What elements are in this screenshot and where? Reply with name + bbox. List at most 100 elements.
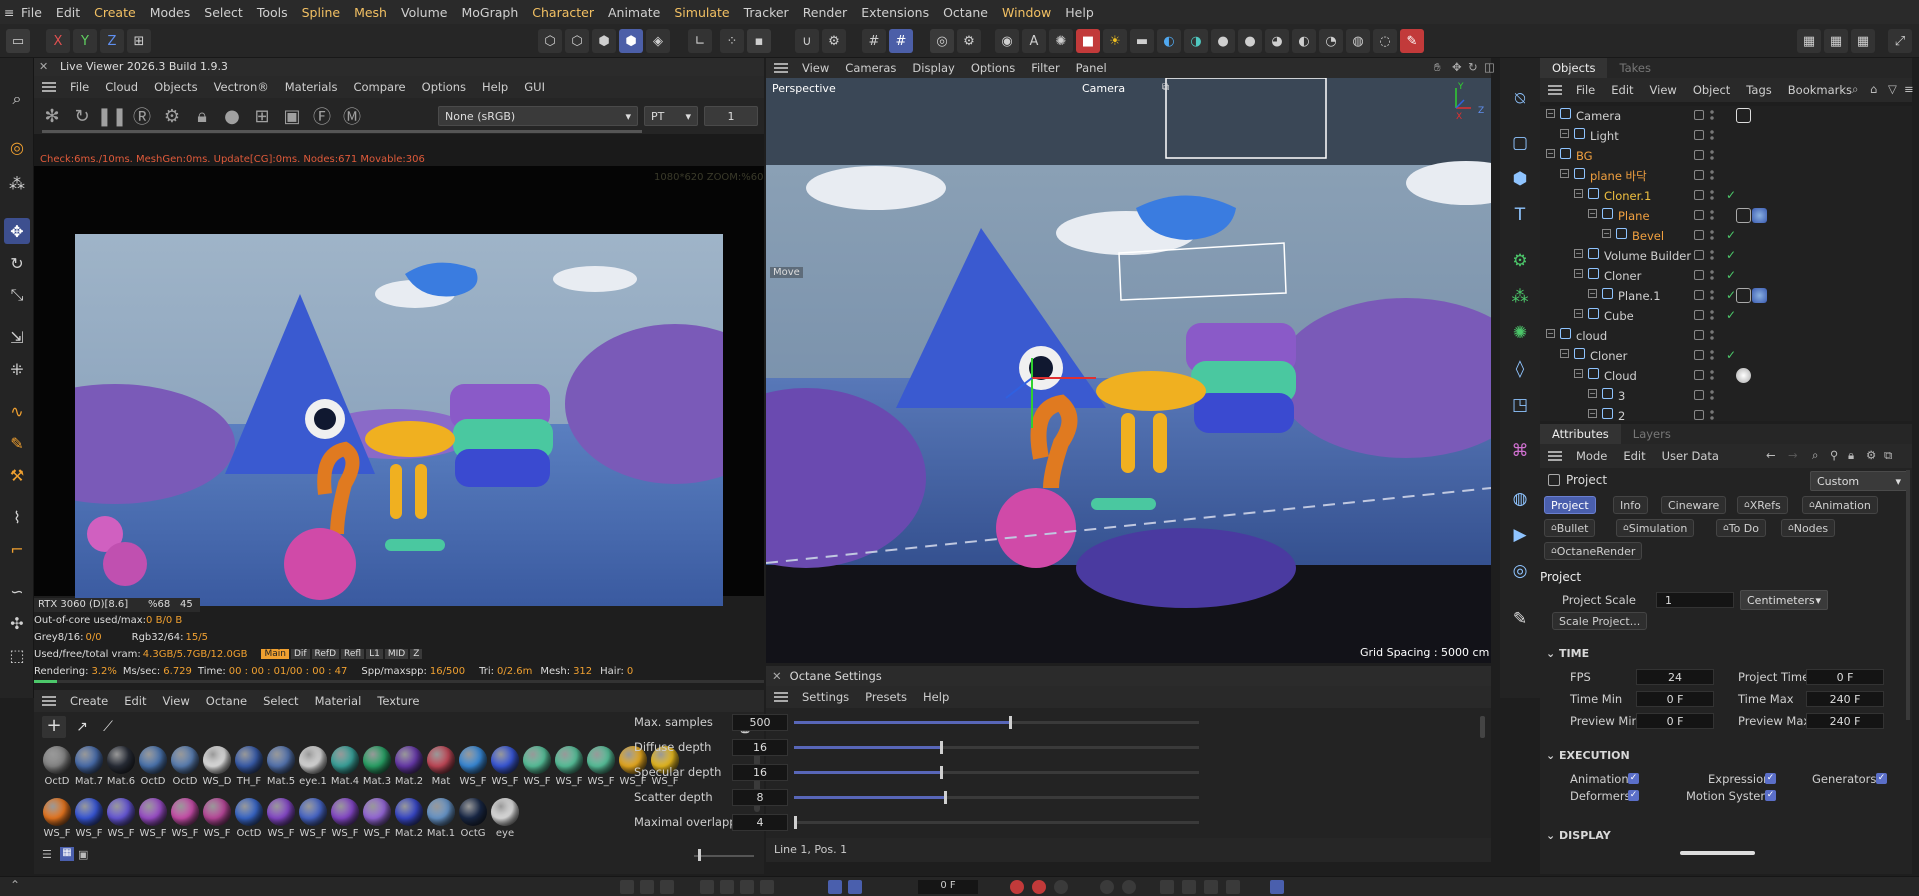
- spline-pen-icon[interactable]: ∿: [4, 398, 30, 424]
- material-swatch[interactable]: Mat.3: [362, 746, 392, 790]
- setting-slider[interactable]: [794, 766, 1199, 779]
- key-button[interactable]: [1054, 880, 1068, 894]
- toon-icon[interactable]: ◑: [1184, 29, 1208, 53]
- material-swatch[interactable]: WS_F: [330, 798, 360, 842]
- scale-tool-icon[interactable]: ⤡: [4, 282, 30, 308]
- prev-key-button[interactable]: [640, 880, 654, 894]
- menu-octane[interactable]: Octane: [936, 5, 995, 20]
- exec-generators-checkbox[interactable]: ✓: [1876, 773, 1887, 784]
- more-icon[interactable]: ≡: [1896, 82, 1919, 96]
- chip-mid[interactable]: MID: [384, 649, 409, 659]
- attr-menu-user-data[interactable]: User Data: [1654, 449, 1727, 463]
- object-row[interactable]: − Cloud: [1540, 366, 1912, 386]
- key-rot-button[interactable]: [1122, 880, 1136, 894]
- key-point-button[interactable]: [1226, 880, 1240, 894]
- lv-menu-help[interactable]: Help: [474, 80, 516, 94]
- octane-icon[interactable]: ◉: [995, 29, 1019, 53]
- aperture-icon[interactable]: ✺: [1049, 29, 1073, 53]
- lv-menu-file[interactable]: File: [62, 80, 97, 94]
- search-icon[interactable]: ⌕: [4, 86, 30, 112]
- transform-tool-icon[interactable]: ⇲: [4, 324, 30, 350]
- editor-render-dots[interactable]: [1710, 129, 1714, 142]
- exec-animation-checkbox[interactable]: ✓: [1628, 773, 1639, 784]
- vp-menu-cameras[interactable]: Cameras: [837, 61, 904, 75]
- menu-help[interactable]: Help: [1058, 5, 1101, 20]
- material-swatch[interactable]: Mat.7: [74, 746, 104, 790]
- record-button[interactable]: [1010, 880, 1024, 894]
- object-icon[interactable]: ⍉: [1507, 86, 1533, 112]
- setting-slider-knob[interactable]: [794, 816, 797, 829]
- enabled-check-icon[interactable]: ✓: [1726, 288, 1736, 302]
- setting-value-field[interactable]: 16: [732, 738, 788, 756]
- camera-object-icon[interactable]: ▶: [1507, 522, 1533, 548]
- visibility-toggle[interactable]: [1694, 390, 1704, 400]
- hamburger-icon[interactable]: [774, 692, 788, 702]
- add-material-icon[interactable]: +: [42, 716, 66, 738]
- current-frame-field[interactable]: 0 F: [918, 880, 978, 894]
- kernel-select[interactable]: PT ▾: [644, 106, 698, 126]
- mm-menu-view[interactable]: View: [155, 694, 198, 708]
- edit-icon[interactable]: ✎: [1507, 606, 1533, 632]
- menu-tracker[interactable]: Tracker: [737, 5, 796, 20]
- large-view-icon[interactable]: ▣: [78, 848, 92, 861]
- visibility-toggle[interactable]: [1694, 350, 1704, 360]
- attr-tab-project[interactable]: Project: [1544, 496, 1596, 514]
- rotate-tool-icon[interactable]: ↻: [4, 250, 30, 276]
- edges-mode-icon[interactable]: ⬡: [565, 29, 589, 53]
- material-swatch[interactable]: OctD: [234, 798, 264, 842]
- attributes-tab-layers[interactable]: Layers: [1621, 424, 1683, 444]
- lock-tool-icon[interactable]: ⚙: [822, 29, 846, 53]
- menu-render[interactable]: Render: [796, 5, 855, 20]
- deformer-icon[interactable]: ◊: [1507, 356, 1533, 382]
- preview-max-field[interactable]: 240 F: [1806, 713, 1884, 729]
- layout-icon[interactable]: ▭: [6, 29, 30, 53]
- key-scale-button[interactable]: [1160, 880, 1174, 894]
- setting-slider[interactable]: [794, 716, 1199, 729]
- fps-field[interactable]: 24: [1636, 669, 1714, 685]
- expand-toggle-icon[interactable]: −: [1588, 289, 1597, 298]
- axis-tool-icon[interactable]: ⁜: [4, 356, 30, 382]
- material-swatch[interactable]: WS_F: [458, 746, 488, 790]
- mm-menu-octane[interactable]: Octane: [198, 694, 255, 708]
- execution-section-header[interactable]: ⌄ EXECUTION: [1546, 749, 1630, 762]
- menu-file[interactable]: File: [14, 5, 49, 20]
- project-scale-field[interactable]: 1: [1656, 592, 1734, 608]
- sketch-tool-icon[interactable]: ✎: [4, 430, 30, 456]
- brush-icon[interactable]: ⌇: [4, 504, 30, 530]
- mat-ball-5-icon[interactable]: ◔: [1319, 29, 1343, 53]
- vp-menu-view[interactable]: View: [794, 61, 837, 75]
- menu-simulate[interactable]: Simulate: [667, 5, 736, 20]
- editor-render-dots[interactable]: [1710, 249, 1714, 262]
- menu-window[interactable]: Window: [995, 5, 1058, 20]
- sphere-light-icon[interactable]: ◐: [1157, 29, 1181, 53]
- attr-menu-mode[interactable]: Mode: [1568, 449, 1615, 463]
- setting-slider-knob[interactable]: [1008, 716, 1012, 729]
- scale-project-button[interactable]: Scale Project...: [1552, 612, 1648, 630]
- attr-tab-info[interactable]: Info: [1613, 496, 1648, 514]
- mat-ball-3-icon[interactable]: ◕: [1265, 29, 1289, 53]
- material-swatch[interactable]: OctD: [42, 746, 72, 790]
- object-row[interactable]: − Plane: [1540, 206, 1912, 226]
- hamburger-icon[interactable]: [42, 82, 56, 92]
- arrow-icon[interactable]: ↗: [70, 716, 94, 738]
- setting-slider[interactable]: [794, 816, 1199, 829]
- object-row[interactable]: − plane 바닥: [1540, 166, 1912, 186]
- visibility-toggle[interactable]: [1694, 270, 1704, 280]
- material-swatch[interactable]: WS_F: [554, 746, 584, 790]
- render-settings-icon[interactable]: ⚙: [957, 29, 981, 53]
- visibility-toggle[interactable]: [1694, 150, 1704, 160]
- material-swatch[interactable]: Mat.6: [106, 746, 136, 790]
- project-scale-unit-select[interactable]: Centimeters ▾: [1740, 590, 1828, 610]
- visibility-toggle[interactable]: [1694, 170, 1704, 180]
- material-swatch[interactable]: Mat.1: [426, 798, 456, 842]
- editor-render-dots[interactable]: [1710, 149, 1714, 162]
- axis-x-toggle[interactable]: X: [46, 29, 70, 53]
- visibility-toggle[interactable]: [1694, 190, 1704, 200]
- cloner-icon[interactable]: ⁂: [1507, 284, 1533, 310]
- attributes-h-scrollbar[interactable]: [1680, 851, 1755, 855]
- material-tag-icon[interactable]: [1752, 208, 1767, 223]
- visibility-toggle[interactable]: [1694, 210, 1704, 220]
- menu-volume[interactable]: Volume: [394, 5, 455, 20]
- workplane-icon[interactable]: ∟: [688, 29, 712, 53]
- zoom-slider-knob[interactable]: [698, 849, 701, 861]
